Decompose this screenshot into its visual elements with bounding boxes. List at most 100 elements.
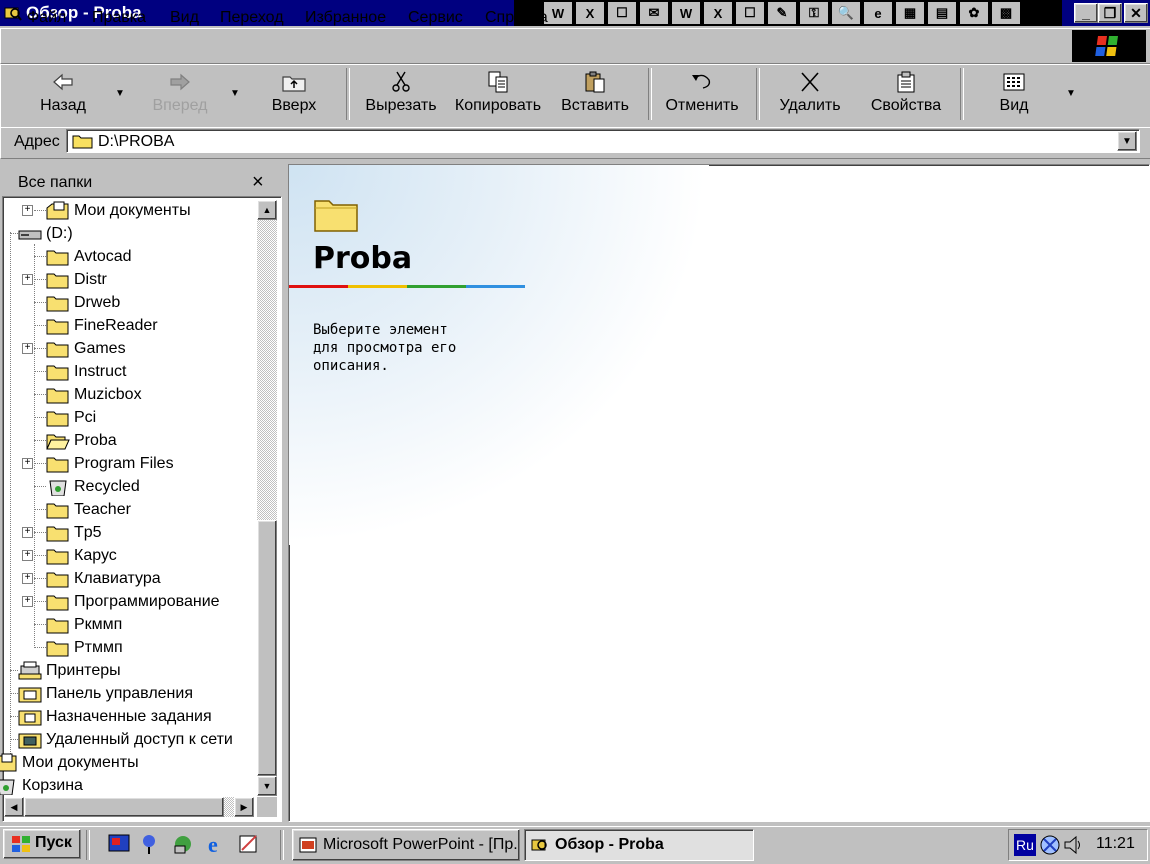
language-indicator[interactable]: Ru — [1014, 834, 1036, 856]
folder-icon — [46, 641, 69, 657]
tree-line — [34, 601, 46, 602]
office-excel-icon-2[interactable]: X — [704, 2, 732, 24]
scheduler-tray-icon[interactable] — [1038, 833, 1062, 857]
minimize-button[interactable]: _ — [1074, 3, 1098, 23]
folder-icon — [46, 388, 69, 404]
cut-button[interactable]: Вырезать — [362, 68, 440, 120]
quick-launch-outlook-icon[interactable] — [138, 832, 164, 856]
office-calc-icon[interactable]: ▩ — [992, 2, 1020, 24]
quick-launch-ie-icon[interactable]: e — [204, 832, 230, 856]
close-button[interactable]: ✕ — [1124, 3, 1148, 23]
copy-icon — [488, 71, 508, 93]
volume-icon[interactable] — [1062, 833, 1084, 857]
tree-item-label: Карус — [74, 547, 117, 564]
menu-go[interactable]: Переход — [220, 8, 284, 28]
back-arrow-icon — [53, 73, 73, 91]
quick-launch-channels-icon[interactable] — [236, 832, 262, 856]
view-dropdown-icon[interactable]: ▼ — [1066, 88, 1076, 99]
office-outlook-icon[interactable]: ✉ — [640, 2, 668, 24]
office-media-icon[interactable]: ▤ — [928, 2, 956, 24]
office-folder-icon[interactable]: ☐ — [608, 2, 636, 24]
open-folder-icon — [46, 434, 70, 450]
expand-plus-icon[interactable]: + — [22, 458, 33, 469]
office-doc-icon[interactable]: ▦ — [896, 2, 924, 24]
folders-pane-close-icon[interactable]: × — [252, 171, 264, 193]
tree-item-label: Мои документы — [74, 202, 191, 219]
scroll-right-icon[interactable]: ▶ — [234, 797, 254, 817]
folder-title: Proba — [313, 241, 413, 276]
address-dropdown-icon[interactable]: ▼ — [1117, 131, 1137, 151]
tree-item-label: Принтеры — [46, 662, 121, 679]
svg-text:e: e — [208, 832, 218, 856]
my-documents-icon — [46, 201, 69, 220]
office-find-icon[interactable]: 🔍 — [832, 2, 860, 24]
menu-help[interactable]: Справка — [485, 8, 548, 28]
office-powerpoint-icon[interactable]: ☐ — [736, 2, 764, 24]
office-word-icon[interactable]: W — [672, 2, 700, 24]
content-pane[interactable]: Proba Выберите элемент для просмотра его… — [288, 164, 1150, 822]
tree-item-label: Muzicbox — [74, 386, 142, 403]
tree-item-label: Ркммп — [74, 616, 123, 633]
expand-plus-icon[interactable]: + — [22, 573, 33, 584]
tree-line — [34, 463, 46, 464]
menu-tools[interactable]: Сервис — [408, 8, 463, 28]
copy-button[interactable]: Копировать — [452, 68, 544, 120]
back-button[interactable]: Назад — [28, 68, 98, 120]
address-label: Адрес — [14, 133, 60, 150]
office-notepad-icon[interactable]: W — [544, 2, 572, 24]
delete-button[interactable]: Удалить — [774, 68, 846, 120]
expand-plus-icon[interactable]: + — [22, 343, 33, 354]
clock: 11:21 — [1096, 835, 1135, 852]
tree-item-label: Мои документы — [22, 754, 139, 771]
view-button[interactable]: Вид — [982, 68, 1046, 120]
task-powerpoint-button[interactable]: Microsoft PowerPoint - [Пр... — [292, 829, 520, 861]
task-explorer-button[interactable]: Обзор - Proba — [524, 829, 754, 861]
forward-button[interactable]: Вперед — [144, 68, 216, 120]
tree-line — [34, 244, 35, 648]
expand-plus-icon[interactable]: + — [22, 596, 33, 607]
expand-plus-icon[interactable]: + — [22, 527, 33, 538]
office-tools-icon[interactable]: ✎ — [768, 2, 796, 24]
properties-button[interactable]: Свойства — [866, 68, 946, 120]
recycle-bin-icon — [49, 480, 67, 496]
scroll-up-icon[interactable]: ▲ — [257, 200, 277, 220]
toolbar-separator — [648, 68, 652, 120]
back-label: Назад — [40, 97, 86, 114]
office-excel-icon[interactable]: X — [576, 2, 604, 24]
properties-icon — [897, 71, 915, 93]
my-documents-icon — [0, 753, 17, 772]
tree-line — [34, 394, 46, 395]
start-button[interactable]: Пуск — [3, 829, 81, 859]
office-ie-icon[interactable]: e — [864, 2, 892, 24]
expand-plus-icon[interactable]: + — [22, 274, 33, 285]
back-dropdown-icon[interactable]: ▼ — [115, 88, 125, 99]
expand-plus-icon[interactable]: + — [22, 550, 33, 561]
menu-edit[interactable]: Правка — [92, 8, 146, 28]
drive-icon — [18, 230, 42, 240]
office-paint-icon[interactable]: ✿ — [960, 2, 988, 24]
tree-item-label: Назначенные задания — [46, 708, 212, 725]
scroll-down-icon[interactable]: ▼ — [257, 776, 277, 796]
recycle-bin-icon — [0, 779, 15, 795]
menu-file[interactable]: Файл — [27, 8, 66, 28]
up-button[interactable]: Вверх — [262, 68, 326, 120]
menu-view[interactable]: Вид — [170, 8, 199, 28]
horizontal-scrollbar-thumb[interactable] — [24, 797, 224, 817]
quick-launch-desktop-icon[interactable] — [106, 832, 132, 856]
office-keys-icon[interactable]: ⚿ — [800, 2, 828, 24]
address-input[interactable] — [66, 129, 1140, 153]
expand-plus-icon[interactable]: + — [22, 205, 33, 216]
forward-dropdown-icon[interactable]: ▼ — [230, 88, 240, 99]
tree-line — [34, 647, 46, 648]
folder-icon — [46, 503, 69, 519]
menu-favorites[interactable]: Избранное — [305, 8, 386, 28]
quick-launch-network-icon[interactable] — [170, 832, 196, 856]
scroll-left-icon[interactable]: ◀ — [4, 797, 24, 817]
paste-button[interactable]: Вставить — [558, 68, 632, 120]
undo-button[interactable]: Отменить — [662, 68, 742, 120]
tree-line — [10, 739, 18, 740]
tree-line — [34, 555, 46, 556]
vertical-scrollbar-thumb[interactable] — [257, 520, 277, 776]
tree-line — [34, 532, 46, 533]
maximize-button[interactable]: ❐ — [1098, 3, 1122, 23]
